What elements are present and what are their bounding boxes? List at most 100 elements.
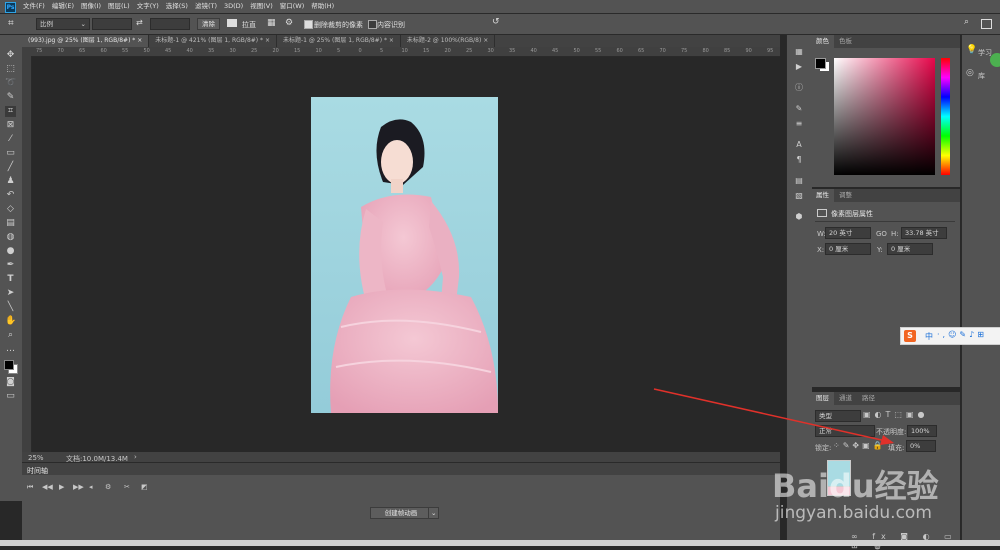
close-icon[interactable]: × [135, 37, 142, 44]
adjustments-icon[interactable]: ≡ [794, 119, 804, 129]
gear-icon[interactable]: ⚙ [285, 18, 293, 28]
menu-item[interactable]: 视图(V) [250, 2, 273, 11]
blur-tool-icon[interactable]: ◍ [5, 232, 16, 243]
type-tool-icon[interactable]: T [5, 274, 16, 285]
document-image[interactable] [311, 97, 498, 413]
lightbulb-icon[interactable]: 💡 [966, 45, 977, 55]
height-input[interactable] [150, 18, 190, 30]
history-brush-icon[interactable]: ↶ [5, 190, 16, 201]
foreground-color-swatch[interactable] [815, 58, 826, 69]
avatar[interactable] [990, 53, 1000, 67]
dodge-tool-icon[interactable]: ● [5, 246, 16, 257]
path-select-icon[interactable]: ➤ [5, 288, 16, 299]
play-icon[interactable]: ▶ [59, 483, 64, 491]
shape-tool-icon[interactable]: ╲ [5, 302, 16, 313]
frame-tool-icon[interactable]: ⊠ [5, 120, 16, 131]
height-field[interactable]: 33.78 英寸 [901, 227, 947, 239]
hue-slider[interactable] [941, 58, 950, 175]
library-label[interactable]: 库 [978, 71, 985, 81]
mute-icon[interactable]: ◂ [89, 483, 93, 491]
chevron-right-icon[interactable]: › [134, 453, 137, 461]
create-type-dropdown[interactable]: ⌄ [428, 507, 440, 519]
menu-item[interactable]: 滤镜(T) [195, 2, 217, 11]
crop-tool-preset-icon[interactable]: ⌗ [8, 19, 18, 29]
character-panel-icon[interactable]: A [794, 140, 804, 150]
foreground-color-swatch[interactable] [4, 360, 14, 370]
close-icon[interactable]: × [481, 37, 488, 44]
go-to-first-frame-icon[interactable]: ⏮ [27, 483, 33, 492]
crop-tool-icon[interactable]: ⌗ [5, 106, 16, 117]
document-tab[interactable]: 未标题-1 @ 25% (图层 1, RGB/8#) * × [277, 35, 401, 47]
lasso-tool-icon[interactable]: ➰ [5, 78, 16, 89]
width-input[interactable] [92, 18, 132, 30]
split-icon[interactable]: ✂ [124, 483, 130, 491]
width-field[interactable]: 20 英寸 [825, 227, 871, 239]
eyedropper-icon[interactable]: ⁄ [5, 134, 16, 145]
actions-panel-icon[interactable]: ▶ [794, 62, 804, 72]
menu-item[interactable]: 图像(I) [81, 2, 101, 11]
gradient-tool-icon[interactable]: ▤ [5, 218, 16, 229]
workspace-icon[interactable] [981, 19, 992, 29]
previous-frame-icon[interactable]: ◀◀ [42, 483, 53, 491]
document-tab[interactable]: 未标题-2 @ 100%(RGB/8) × [401, 35, 496, 47]
info-panel-icon[interactable]: ⓘ [794, 83, 804, 93]
next-frame-icon[interactable]: ▶▶ [73, 483, 84, 491]
panel-tab[interactable]: 属性 [811, 189, 834, 202]
screen-mode-icon[interactable]: ▭ [5, 391, 16, 402]
menu-item[interactable]: 3D(D) [224, 2, 243, 11]
document-tab[interactable]: (993).jpg @ 25% (图层 1, RGB/8#) * × [22, 35, 150, 47]
libraries-panel-icon[interactable]: ▤ [794, 176, 804, 186]
panel-tab[interactable]: 颜色 [811, 35, 834, 48]
quick-select-icon[interactable]: ✎ [5, 92, 16, 103]
reset-icon[interactable]: ↺ [492, 17, 500, 27]
quick-mask-icon[interactable]: ◙ [5, 377, 16, 388]
grid-overlay-icon[interactable]: ▦ [267, 18, 276, 28]
menu-item[interactable]: 选择(S) [166, 2, 188, 11]
link-dimensions-button[interactable]: GO [876, 230, 887, 238]
ime-toolbar[interactable]: S 中 ·,☺✎♪⊞ [900, 327, 1000, 345]
styles-panel-icon[interactable]: ▧ [794, 191, 804, 201]
brush-tool-icon[interactable]: ╱ [5, 162, 16, 173]
search-icon[interactable]: ⌕ [964, 17, 969, 27]
menu-item[interactable]: 帮助(H) [311, 2, 334, 11]
x-field[interactable]: 0 厘米 [825, 243, 871, 255]
menu-item[interactable]: 图层(L) [108, 2, 130, 11]
swap-icon[interactable]: ⇄ [136, 18, 143, 27]
ratio-select[interactable]: 比例 ⌄ [36, 18, 90, 30]
y-field[interactable]: 0 厘米 [887, 243, 933, 255]
pen-tool-icon[interactable]: ✒ [5, 260, 16, 271]
marquee-tool-icon[interactable]: ⬚ [5, 64, 16, 75]
straighten-icon[interactable] [227, 19, 237, 27]
eraser-tool-icon[interactable]: ◇ [5, 204, 16, 215]
3d-panel-icon[interactable]: ⬢ [794, 212, 804, 222]
panel-tab[interactable]: 色板 [834, 35, 857, 48]
zoom-tool-icon[interactable]: ⌕ [5, 330, 16, 341]
zoom-level[interactable]: 25% [28, 454, 44, 462]
close-icon[interactable]: × [387, 37, 394, 44]
opacity-field[interactable]: 100% [907, 425, 937, 437]
create-frame-animation-button[interactable]: 创建帧动画 [370, 507, 432, 519]
menu-item[interactable]: 文件(F) [23, 2, 45, 11]
ime-mode[interactable]: 中 [925, 331, 933, 342]
history-panel-icon[interactable]: ▦ [794, 47, 804, 57]
close-icon[interactable]: × [263, 37, 270, 44]
content-aware-checkbox[interactable] [368, 20, 377, 29]
clear-button[interactable]: 清除 [197, 18, 220, 30]
delete-cropped-checkbox[interactable] [304, 20, 313, 29]
brush-settings-icon[interactable]: ✎ [794, 104, 804, 114]
move-tool-icon[interactable]: ✥ [5, 50, 16, 61]
menu-item[interactable]: 编辑(E) [52, 2, 74, 11]
menu-item[interactable]: 窗口(W) [280, 2, 305, 11]
transition-icon[interactable]: ◩ [141, 483, 148, 491]
paragraph-panel-icon[interactable]: ¶ [794, 155, 804, 165]
settings-icon[interactable]: ⚙ [105, 483, 111, 491]
hand-tool-icon[interactable]: ✋ [5, 316, 16, 327]
panel-tab[interactable]: 调整 [834, 189, 857, 202]
stamp-tool-icon[interactable]: ♟ [5, 176, 16, 187]
document-tab[interactable]: 未标题-1 @ 421% (图层 1, RGB/8#) * × [149, 35, 277, 47]
fill-field[interactable]: 0% [906, 440, 936, 452]
menu-item[interactable]: 文字(Y) [137, 2, 159, 11]
straighten-label[interactable]: 拉直 [242, 20, 256, 30]
ime-icons[interactable]: ·,☺✎♪⊞ [937, 330, 987, 339]
more-tools-icon[interactable]: … [5, 344, 16, 355]
